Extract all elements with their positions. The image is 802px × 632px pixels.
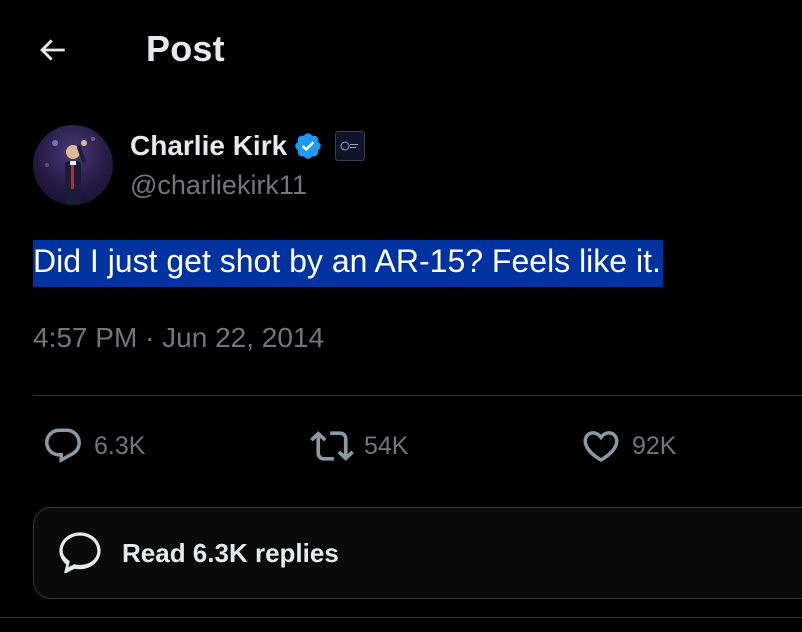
repost-count: 54K bbox=[364, 431, 409, 460]
divider bbox=[33, 395, 802, 396]
post-text: Did I just get shot by an AR-15? Feels l… bbox=[33, 240, 663, 287]
read-replies-label: Read 6.3K replies bbox=[122, 537, 339, 568]
read-replies-button[interactable]: Read 6.3K replies bbox=[33, 507, 802, 599]
repost-icon bbox=[310, 431, 354, 461]
post-timestamp: 4:57 PM · Jun 22, 2014 bbox=[33, 322, 324, 354]
verified-badge-icon[interactable] bbox=[293, 131, 323, 161]
avatar[interactable] bbox=[33, 125, 113, 205]
back-button[interactable] bbox=[30, 28, 74, 72]
conversation-icon bbox=[54, 527, 106, 579]
author-display-name[interactable]: Charlie Kirk bbox=[130, 130, 287, 162]
arrow-left-icon bbox=[40, 39, 65, 61]
author-handle[interactable]: @charliekirk11 bbox=[130, 170, 307, 201]
reply-button[interactable]: 6.3K bbox=[42, 423, 145, 469]
post-time[interactable]: 4:57 PM bbox=[33, 322, 137, 353]
reply-icon bbox=[45, 428, 81, 463]
affiliation-badge-icon[interactable] bbox=[335, 131, 366, 161]
heart-icon bbox=[583, 431, 619, 463]
page-title: Post bbox=[146, 28, 225, 69]
like-button[interactable]: 92K bbox=[580, 423, 676, 469]
reply-count: 6.3K bbox=[94, 431, 146, 460]
post-date[interactable]: Jun 22, 2014 bbox=[162, 322, 324, 353]
avatar-image bbox=[45, 137, 95, 205]
post-header: Post bbox=[0, 0, 802, 96]
bottom-divider bbox=[0, 617, 802, 618]
timestamp-separator: · bbox=[145, 322, 155, 353]
author-name-row: Charlie Kirk bbox=[130, 128, 366, 164]
repost-button[interactable]: 54K bbox=[310, 423, 408, 469]
like-count: 92K bbox=[632, 431, 677, 460]
